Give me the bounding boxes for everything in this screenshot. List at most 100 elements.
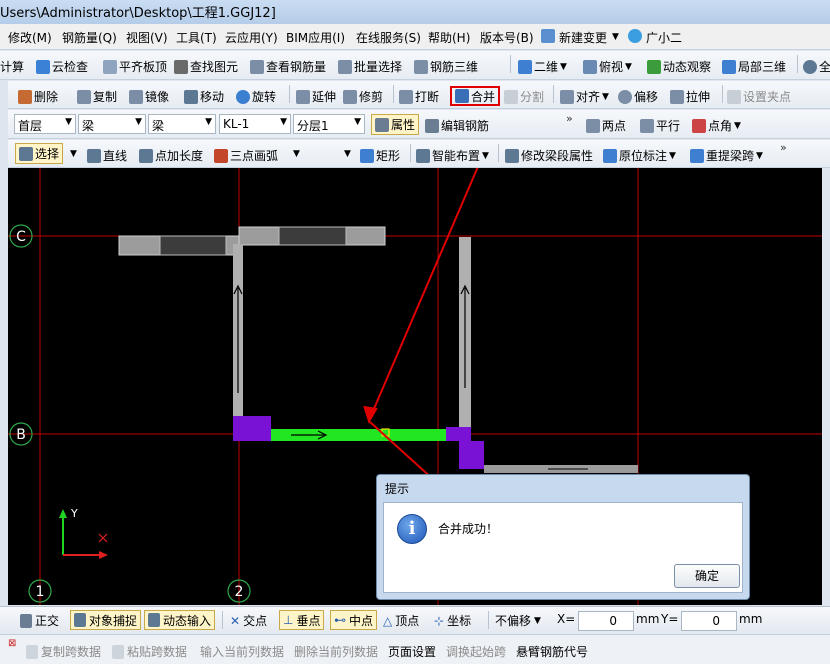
align-slab-top-button[interactable]: 平齐板顶 [103,58,167,75]
y-coordinate-input[interactable]: 0 [681,611,737,631]
dialog-title: 提示 [385,482,410,496]
angle-icon [692,118,706,133]
re-extract-span-dropdown[interactable]: 重提梁跨 ▼ [690,147,763,164]
menu-online-service[interactable]: 在线服务(S) [356,29,421,46]
menu-modify[interactable]: 修改(M) [8,29,52,46]
trim-button[interactable]: 修剪 [343,88,383,105]
view-2d-dropdown[interactable]: 二维 ▼ [518,58,567,75]
perpendicular-snap[interactable]: ⊥ 垂点 [279,610,325,630]
set-grip-button[interactable]: 设置夹点 [727,88,791,105]
menu-version[interactable]: 版本号(B) [480,29,534,46]
input-current-column-button[interactable]: 输入当前列数据 [200,643,284,660]
menu-bar: 修改(M) 钢筋量(Q) 视图(V) 工具(T) 云应用(Y) BIM应用(I)… [0,24,830,50]
swap-start-span-button[interactable]: 调换起始跨 [446,643,506,660]
copy-button[interactable]: 复制 [77,88,117,105]
chevron-down-icon[interactable]: ▼ [70,149,77,159]
check-icon [36,59,50,74]
ok-button[interactable]: 确定 [674,564,740,588]
stretch-button[interactable]: 拉伸 [670,88,710,105]
batch-select-button[interactable]: 批量选择 [338,58,402,75]
cloud-check-button[interactable]: 云检查 [36,58,88,75]
modify-beam-attr-button[interactable]: 修改梁段属性 [505,147,593,164]
attributes-button[interactable]: 属性 [371,114,420,135]
more-icon[interactable]: » [566,112,573,125]
summary-calc-button[interactable]: 汇总计算 [0,58,24,75]
menu-new-change[interactable]: 新建变更 [559,29,607,46]
chevron-down-icon: ▼ [612,32,619,42]
dynamic-input-toggle[interactable]: 动态输入 [144,610,216,630]
chevron-down-icon: ▼ [65,117,72,127]
beam-segment-dark[interactable] [159,235,227,256]
line-button[interactable]: 直线 [87,147,127,164]
more-icon[interactable]: » [780,141,787,154]
extend-button[interactable]: 延伸 [296,88,336,105]
beam-end-purple[interactable] [459,441,484,469]
view-rebar-quantity-button[interactable]: 查看钢筋量 [250,58,326,75]
find-element-button[interactable]: 查找图元 [174,58,238,75]
edit-rebar-button[interactable]: 编辑钢筋 [425,117,489,134]
offset-mode-select[interactable]: 不偏移 ▼ [495,612,541,629]
object-snap-toggle[interactable]: 对象捕捉 [70,610,142,630]
offset-icon [618,89,632,104]
merge-button[interactable]: 合并 [450,86,501,106]
floor-select[interactable]: 首层 ▼ [14,114,76,134]
local-3d-button[interactable]: 局部三维 [722,58,786,75]
menu-bim[interactable]: BIM应用(I) [286,29,345,46]
menu-view[interactable]: 视图(V) [126,29,168,46]
intersection-snap[interactable]: ✕ 交点 [230,612,267,629]
three-point-arc-button[interactable]: 三点画弧 [214,147,278,164]
element-category-select[interactable]: 梁 ▼ [78,114,146,134]
ortho-toggle[interactable]: 正交 [20,612,59,629]
page-setup-button[interactable]: 页面设置 [388,643,436,660]
two-points-button[interactable]: 两点 [586,117,626,134]
mirror-button[interactable]: 镜像 [129,88,169,105]
point-angle-dropdown[interactable]: 点角 ▼ [692,117,741,134]
point-length-button[interactable]: 点加长度 [139,147,203,164]
move-button[interactable]: 移动 [184,88,224,105]
menu-tools[interactable]: 工具(T) [176,29,217,46]
split-button[interactable]: 分割 [504,88,544,105]
axis-label-2: 2 [235,584,244,600]
offset-button[interactable]: 偏移 [618,88,658,105]
element-name-select[interactable]: KL-1 ▼ [219,114,291,134]
menu-assistant[interactable]: 广小二 [646,29,682,46]
rotate-button[interactable]: 旋转 [236,88,276,105]
layer-select[interactable]: 分层1 ▼ [293,114,365,134]
align-dropdown[interactable]: 对齐 ▼ [560,88,609,105]
paste-span-data-button[interactable]: 粘贴跨数据 [112,643,187,660]
smart-layout-dropdown[interactable]: 智能布置 ▼ [416,147,489,164]
break-button[interactable]: 打断 [399,88,439,105]
cantilever-rebar-code-button[interactable]: 悬臂钢筋代号 [516,643,588,660]
top-view-dropdown[interactable]: 俯视 ▼ [583,58,632,75]
rectangle-button[interactable]: 矩形 [360,147,400,164]
rebar-3d-button[interactable]: 钢筋三维 [414,58,478,75]
coordinate-snap[interactable]: ⊹ 坐标 [434,612,471,629]
parallel-button[interactable]: 平行 [640,117,680,134]
beam-end-purple[interactable] [446,427,471,441]
x-coordinate-input[interactable]: 0 [578,611,634,631]
midpoint-snap[interactable]: ⊷ 中点 [330,610,378,630]
menu-cloud[interactable]: 云应用(Y) [225,29,278,46]
select-button[interactable]: 选择 [15,143,64,164]
chevron-down-icon[interactable]: ▼ [344,149,351,159]
vertex-snap[interactable]: △ 顶点 [383,612,419,629]
chevron-down-icon[interactable]: ▼ [293,149,300,159]
close-icon[interactable]: ⊠ [8,638,16,649]
fullscreen-button[interactable]: 全 [803,58,830,75]
toolbar-edit: 删除 复制 镜像 移动 旋转 延伸 修剪 打断 合并 分割 对齐 ▼ 偏移 拉伸 … [8,81,830,109]
beam-end-purple[interactable] [233,416,271,441]
copy-span-data-button[interactable]: 复制跨数据 [26,643,101,660]
toolbar-element: 首层 ▼ 梁 ▼ 梁 ▼ KL-1 ▼ 分层1 ▼ 属性 编辑钢筋 » 两点 平行 点角 ▼ [8,110,830,139]
delete-button[interactable]: 删除 [18,88,58,105]
merge-icon [455,89,469,103]
arrow-head-icon [99,551,108,559]
extend-icon [296,89,310,104]
element-type-select[interactable]: 梁 ▼ [148,114,216,134]
delete-current-column-button[interactable]: 删除当前列数据 [294,643,378,660]
menu-rebar-quantity[interactable]: 钢筋量(Q) [62,29,117,46]
coord-x-mark-icon [98,533,108,543]
beam-segment-dark[interactable] [278,226,347,246]
menu-help[interactable]: 帮助(H) [428,29,470,46]
in-situ-annotation-dropdown[interactable]: 原位标注 ▼ [603,147,676,164]
dynamic-observe-button[interactable]: 动态观察 [647,58,711,75]
